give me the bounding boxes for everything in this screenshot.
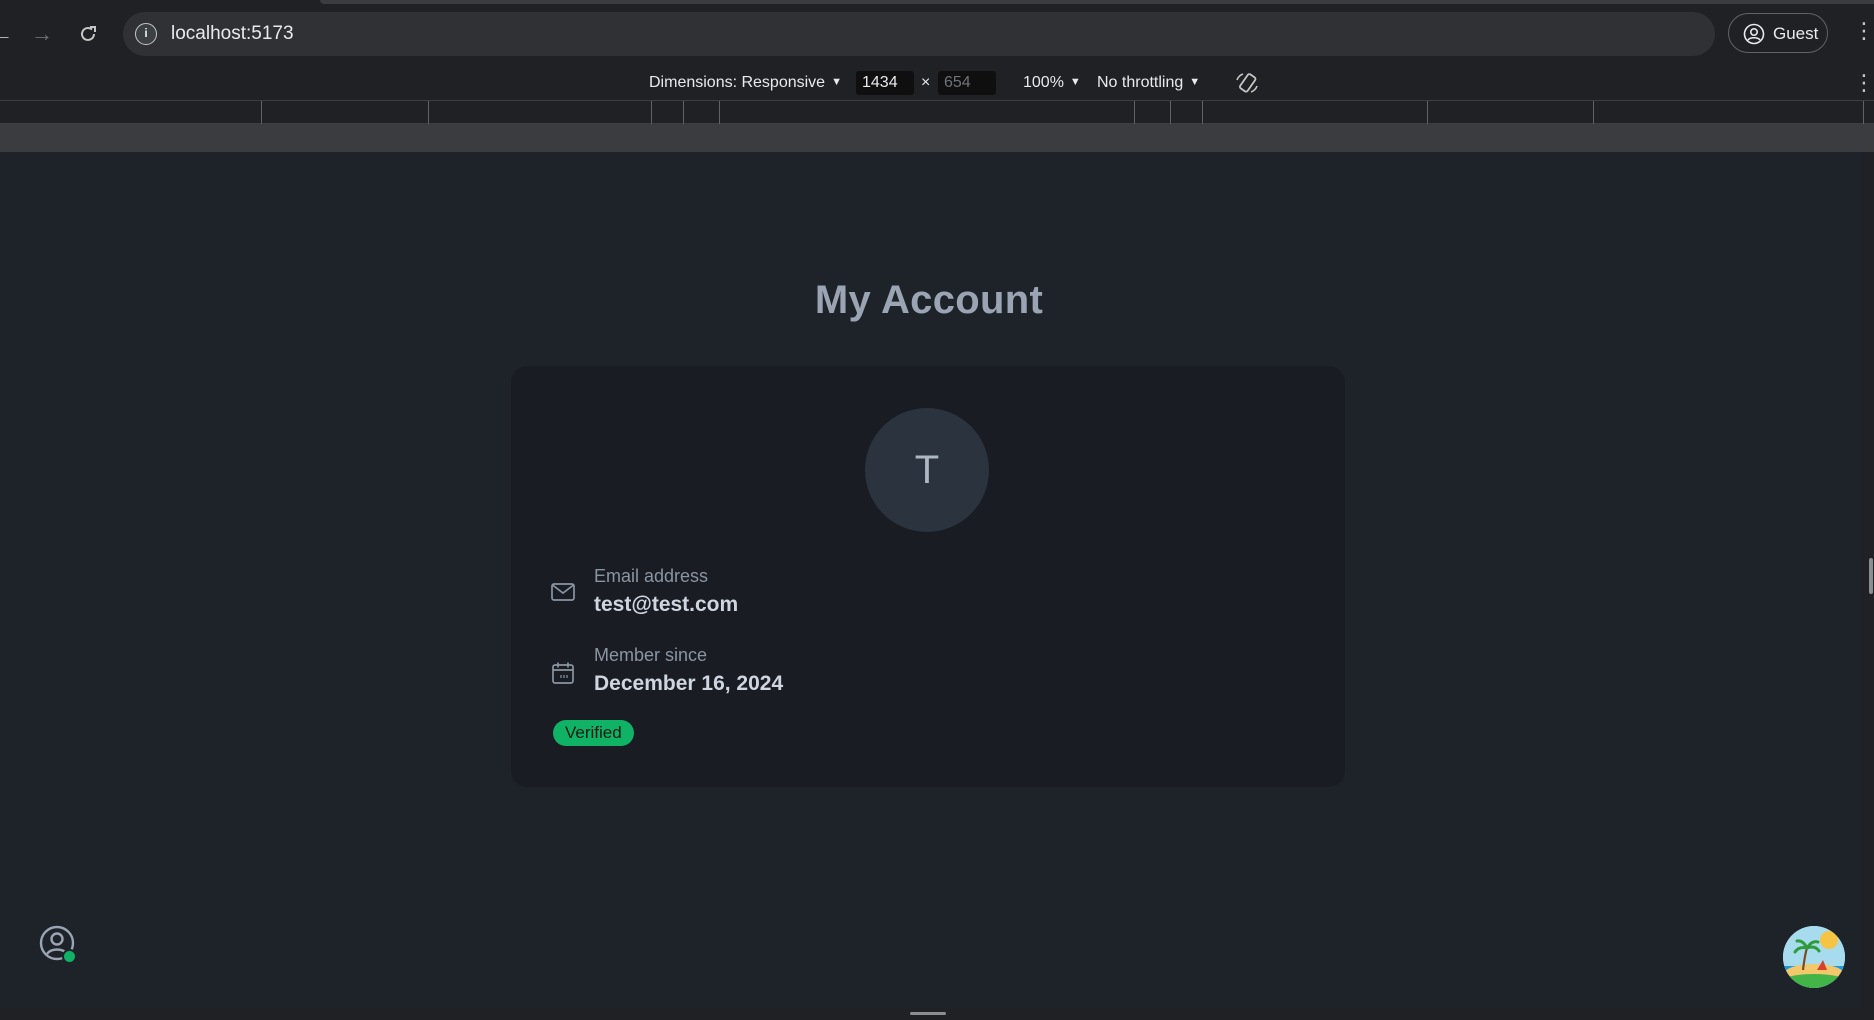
ruler-tick	[651, 101, 652, 125]
device-toolbar: Dimensions: Responsive ▼ 1434 × 654 100% ▼…	[0, 66, 1874, 100]
back-arrow-icon[interactable]: ←	[0, 18, 18, 50]
forward-arrow-icon[interactable]: →	[26, 18, 58, 50]
ruler-tick	[1427, 101, 1428, 125]
email-value: test@test.com	[594, 593, 739, 616]
caret-down-icon: ▼	[831, 76, 842, 88]
throttling-dropdown[interactable]: No throttling ▼	[1097, 74, 1200, 92]
profile-label: Guest	[1773, 24, 1819, 43]
ruler-tick	[261, 101, 262, 125]
account-circle-icon	[1743, 23, 1765, 45]
ruler-tick	[1170, 101, 1171, 125]
ruler-tick	[428, 101, 429, 125]
caret-down-icon: ▼	[1189, 76, 1201, 88]
address-bar[interactable]: i localhost:5173	[123, 12, 1715, 56]
calendar-icon	[552, 662, 574, 684]
resize-handle-right[interactable]	[1869, 558, 1873, 594]
profile-button[interactable]: Guest	[1728, 13, 1828, 53]
status-badge: Verified	[553, 720, 634, 746]
island-avatar-icon[interactable]	[1783, 926, 1845, 988]
resize-handle-bottom[interactable]	[910, 1012, 946, 1015]
browser-toolbar: ← → i localhost:5173 Guest ⋮	[0, 0, 1874, 66]
address-url[interactable]: localhost:5173	[171, 23, 294, 45]
height-input[interactable]: 654	[938, 71, 996, 95]
times-sign: ×	[921, 74, 931, 91]
ruler-tick	[1863, 101, 1864, 125]
media-query-bar[interactable]	[0, 100, 1874, 125]
avatar: T	[865, 408, 989, 532]
width-input[interactable]: 1434	[856, 71, 914, 95]
tab-strip-edge	[320, 0, 1874, 4]
zoom-label: 100%	[1023, 74, 1064, 91]
page-title: My Account	[814, 278, 1044, 322]
account-card: T Email address test@test.com Member sin…	[511, 366, 1345, 787]
dimensions-label: Dimensions: Responsive	[649, 74, 826, 91]
online-status-dot	[62, 949, 77, 964]
dimensions-dropdown[interactable]: Dimensions: Responsive ▼	[649, 74, 842, 92]
ruler-tick	[1593, 101, 1594, 125]
more-vertical-icon[interactable]: ⋮	[1853, 72, 1874, 94]
member-since-label: Member since	[594, 645, 708, 665]
member-since-value: December 16, 2024	[594, 672, 784, 695]
ruler-spacer	[0, 124, 1874, 152]
email-label: Email address	[594, 566, 709, 586]
caret-down-icon: ▼	[1069, 76, 1081, 88]
ruler-tick	[719, 101, 720, 125]
rotate-icon[interactable]	[1234, 70, 1260, 101]
info-icon[interactable]: i	[135, 23, 157, 45]
reload-icon[interactable]	[72, 18, 104, 50]
zoom-dropdown[interactable]: 100% ▼	[1023, 74, 1081, 92]
ruler-tick	[683, 101, 684, 125]
mail-icon	[551, 583, 575, 601]
ruler-tick	[1134, 101, 1135, 125]
more-vertical-icon[interactable]: ⋮	[1853, 20, 1874, 42]
throttling-label: No throttling	[1097, 74, 1184, 91]
ruler-tick	[1202, 101, 1203, 125]
